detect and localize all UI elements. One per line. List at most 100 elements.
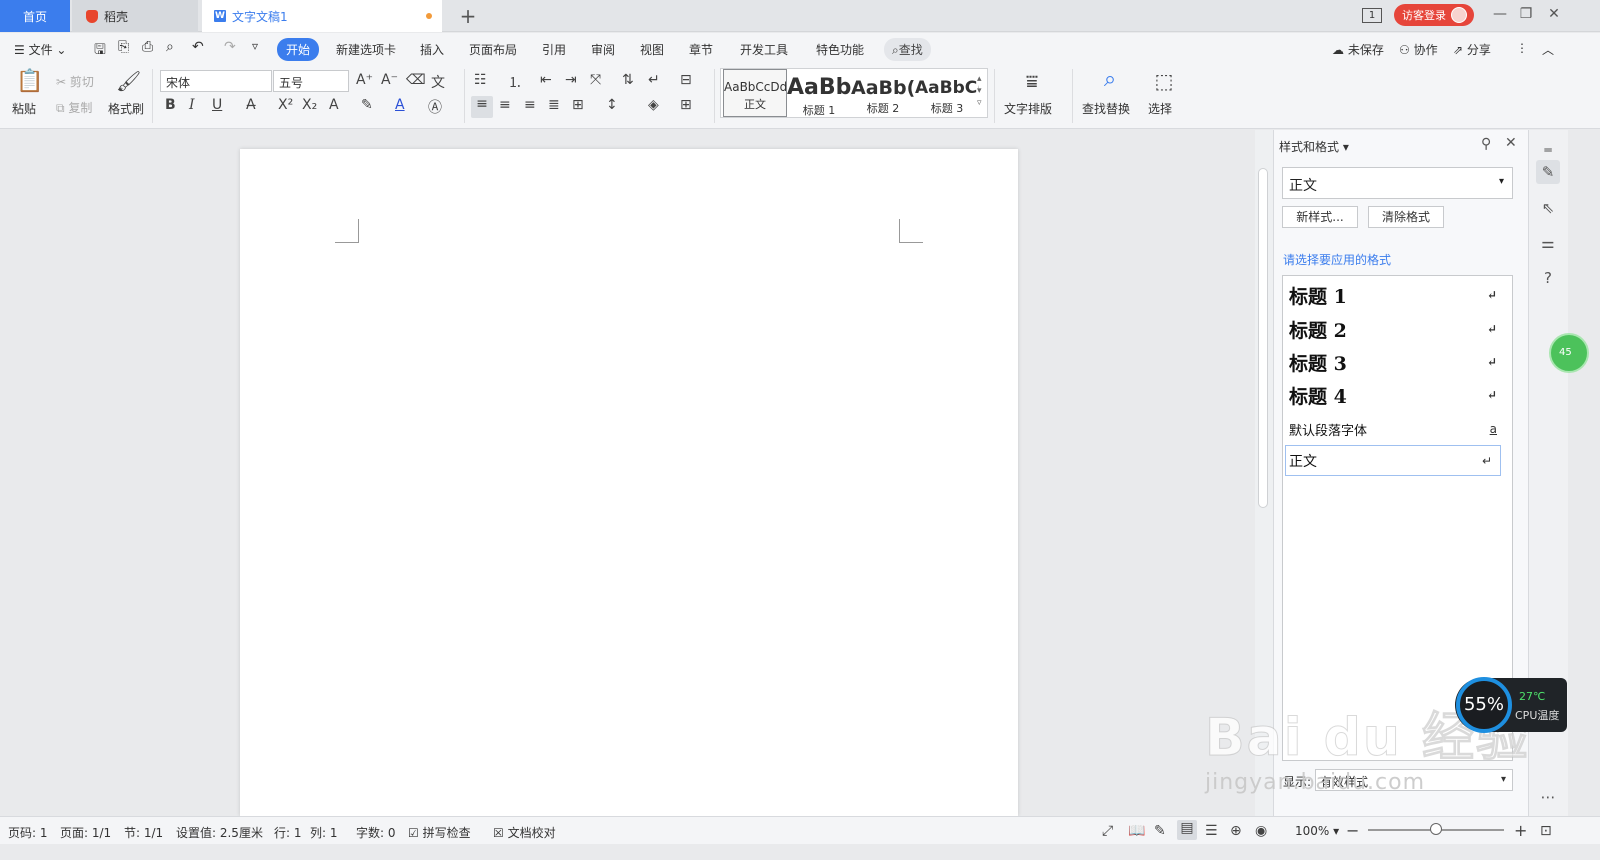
tab-page-layout[interactable]: 页面布局 xyxy=(469,41,517,58)
strikethrough-icon[interactable]: A̶ xyxy=(246,97,256,113)
zoom-select[interactable]: 100% ▾ xyxy=(1295,824,1339,838)
brush-icon[interactable]: 🖌 xyxy=(116,69,141,93)
file-menu[interactable]: ☰ 文件 ⌄ xyxy=(14,41,66,58)
select-button[interactable]: 选择 xyxy=(1148,100,1172,117)
page-number[interactable]: 页码: 1 xyxy=(8,824,48,841)
tab-view[interactable]: 视图 xyxy=(640,41,664,58)
highlight-icon[interactable]: ✎ xyxy=(361,97,373,113)
find-replace-icon[interactable]: ⌕ xyxy=(1098,67,1122,92)
tab-insert[interactable]: 插入 xyxy=(420,41,444,58)
tab-developer[interactable]: 开发工具 xyxy=(740,41,788,58)
text-effect-icon[interactable]: A xyxy=(329,97,339,113)
zoom-in-icon[interactable]: + xyxy=(1514,821,1527,840)
fullscreen-icon[interactable]: ⤢ xyxy=(1102,823,1113,839)
page-view-icon[interactable]: ▤ xyxy=(1177,820,1197,840)
style-gallery-item[interactable]: AaBb 标题 1 xyxy=(787,69,851,117)
clear-format-button[interactable]: 清除格式 xyxy=(1368,206,1444,228)
subscript-icon[interactable]: X₂ xyxy=(302,97,317,113)
properties-sliders-icon[interactable]: ⚌ xyxy=(1536,231,1560,255)
column-indicator[interactable]: 列: 1 xyxy=(310,824,338,841)
window-count-badge[interactable]: 1 xyxy=(1362,8,1382,23)
char-border-icon[interactable]: Ⓐ xyxy=(428,97,442,117)
line-spacing-icon[interactable]: ↕ xyxy=(606,97,618,113)
chinese-layout-icon[interactable]: ⤧ xyxy=(590,72,601,88)
close-icon[interactable]: ✕ xyxy=(1505,135,1517,151)
proofread-button[interactable]: ☒ 文档校对 xyxy=(493,824,556,841)
panel-title[interactable]: 样式和格式 ▾ xyxy=(1279,138,1349,155)
show-marks-icon[interactable]: ↵ xyxy=(648,72,660,88)
reading-mode-icon[interactable]: 📖 xyxy=(1128,823,1145,839)
distributed-icon[interactable]: ⊞ xyxy=(572,97,584,113)
increase-indent-icon[interactable]: ⇥ xyxy=(565,72,577,88)
setting-value[interactable]: 设置值: 2.5厘米 xyxy=(176,824,263,841)
collapse-ribbon-icon[interactable]: ︿ xyxy=(1542,41,1554,58)
outline-view-icon[interactable]: ☰ xyxy=(1205,823,1218,839)
align-center-icon[interactable]: ≡ xyxy=(499,97,511,113)
grow-font-icon[interactable]: A⁺ xyxy=(356,72,373,88)
zoom-out-icon[interactable]: − xyxy=(1346,821,1359,840)
help-icon[interactable]: ? xyxy=(1536,266,1560,290)
web-view-icon[interactable]: ⊕ xyxy=(1230,823,1242,839)
new-tab-button[interactable]: + xyxy=(458,4,478,28)
list-item[interactable]: 正文 ↵ xyxy=(1285,445,1501,476)
tab-references[interactable]: 引用 xyxy=(542,41,566,58)
export-icon[interactable]: ⎘ xyxy=(118,39,129,55)
document-page[interactable] xyxy=(240,149,1018,816)
underline-icon[interactable]: U xyxy=(212,97,222,113)
zoom-slider-handle[interactable] xyxy=(1430,823,1442,835)
align-right-icon[interactable]: ≡ xyxy=(524,97,536,113)
style-gallery-item[interactable]: AaBb( 标题 2 xyxy=(851,69,915,117)
minimize-button[interactable]: — xyxy=(1490,6,1510,22)
font-size-select[interactable]: 五号 xyxy=(273,70,349,92)
unsaved-button[interactable]: ☁ 未保存 xyxy=(1332,41,1384,58)
text-layout-icon[interactable]: ⩸ xyxy=(1020,69,1044,93)
font-name-select[interactable]: 宋体 xyxy=(160,70,272,92)
superscript-icon[interactable]: X² xyxy=(278,97,293,113)
tab-new-tab[interactable]: 新建选项卡 xyxy=(336,41,396,58)
tab-start[interactable]: 开始 xyxy=(277,38,320,61)
cut-button[interactable]: ✂ 剪切 xyxy=(56,73,94,90)
spell-check-button[interactable]: ☑ 拼写检查 xyxy=(408,824,471,841)
fit-window-icon[interactable]: ⊡ xyxy=(1540,823,1552,839)
style-gallery-item[interactable]: AaBbCcDd 正文 xyxy=(723,69,787,117)
list-item[interactable]: 标题 3 ↵ xyxy=(1289,347,1505,377)
new-style-button[interactable]: 新样式... xyxy=(1282,206,1358,228)
font-color-icon[interactable]: A xyxy=(395,97,405,113)
borders-icon[interactable]: ⊞ xyxy=(680,97,692,113)
print-icon[interactable]: ⎙ xyxy=(142,39,153,55)
visitor-login-button[interactable]: 访客登录 xyxy=(1394,4,1474,26)
save-icon[interactable]: 🖫 xyxy=(94,39,106,63)
italic-icon[interactable]: I xyxy=(189,97,195,113)
section-indicator[interactable]: 节: 1/1 xyxy=(124,824,163,841)
tab-docer[interactable]: 稻壳 xyxy=(72,0,198,32)
gallery-scroll-icon[interactable]: ▴ ▾ ▿ xyxy=(977,73,982,109)
text-layout-button[interactable]: 文字排版 xyxy=(1004,100,1052,117)
eye-protection-icon[interactable]: ◉ xyxy=(1255,823,1267,839)
style-pen-icon[interactable]: ✎ xyxy=(1536,160,1560,184)
shading-icon[interactable]: ◈ xyxy=(648,97,659,113)
list-item[interactable]: 标题 4 ↵ xyxy=(1289,380,1505,410)
list-item[interactable]: 标题 2 ↵ xyxy=(1289,314,1505,344)
clear-format-icon[interactable]: ⌫ xyxy=(406,72,426,88)
tab-review[interactable]: 审阅 xyxy=(591,41,615,58)
select-pointer-icon[interactable]: ⇖ xyxy=(1536,196,1560,220)
tab-special-features[interactable]: 特色功能 xyxy=(816,41,864,58)
pin-icon[interactable]: ⚲ xyxy=(1481,136,1491,152)
list-item[interactable]: 默认段落字体 a xyxy=(1289,418,1505,440)
restore-button[interactable]: ❐ xyxy=(1516,6,1536,22)
tab-document[interactable]: W 文字文稿1 xyxy=(202,0,442,32)
tab-home[interactable]: 首页 xyxy=(0,0,70,32)
format-painter-button[interactable]: 格式刷 xyxy=(108,100,144,117)
copy-button[interactable]: ⧉ 复制 xyxy=(56,99,92,116)
tab-stops-icon[interactable]: ⊟ xyxy=(680,72,692,88)
edit-mode-icon[interactable]: ✎ xyxy=(1154,823,1166,839)
undo-icon[interactable]: ↶ xyxy=(192,39,204,55)
justify-icon[interactable]: ≣ xyxy=(548,97,560,113)
decrease-indent-icon[interactable]: ⇤ xyxy=(540,72,552,88)
redo-icon[interactable]: ↷ xyxy=(224,39,236,55)
align-left-icon[interactable]: ≡ xyxy=(471,96,493,118)
close-window-button[interactable]: ✕ xyxy=(1544,6,1564,22)
row-indicator[interactable]: 行: 1 xyxy=(274,824,302,841)
find-replace-button[interactable]: 查找替换 xyxy=(1082,100,1130,117)
current-style-select[interactable]: 正文 ▾ xyxy=(1282,167,1513,199)
